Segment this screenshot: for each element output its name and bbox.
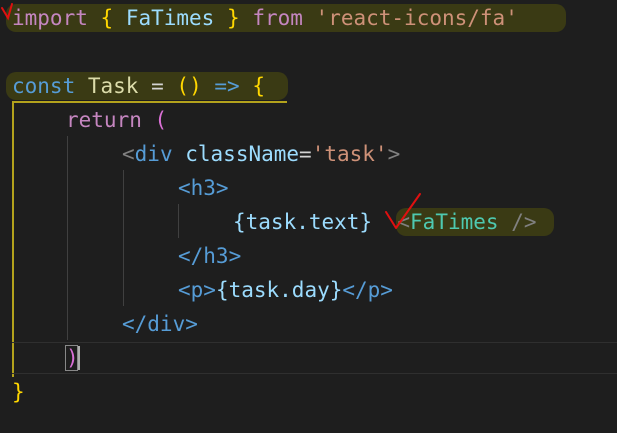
red-tick-icon — [385, 193, 421, 229]
red-checkmark-icon — [1, 3, 13, 21]
annotation-layer — [1, 3, 421, 229]
code-editor[interactable]: import { FaTimes } from 'react-icons/fa'… — [0, 0, 617, 433]
